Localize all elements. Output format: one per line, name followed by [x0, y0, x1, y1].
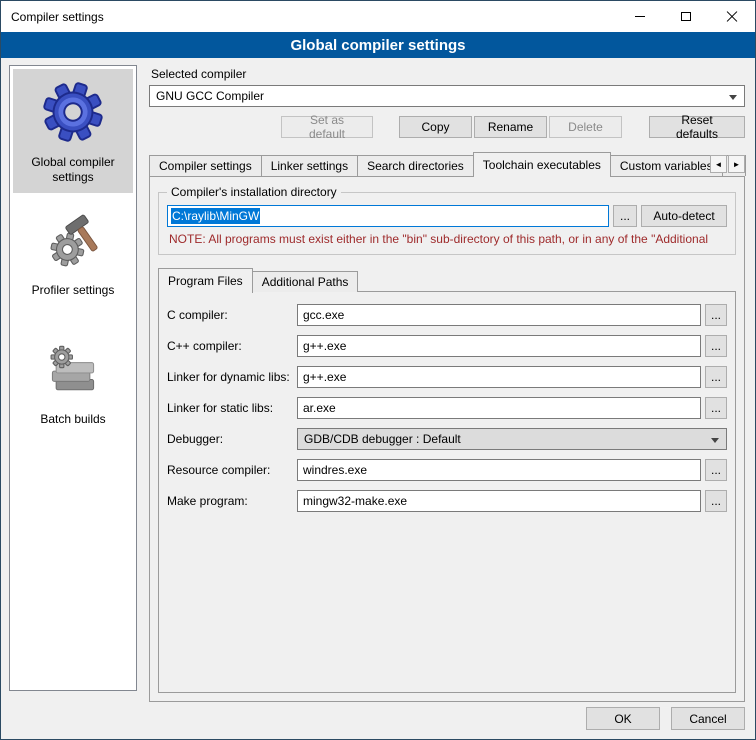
page-title: Global compiler settings	[1, 32, 755, 58]
batch-builds-icon	[43, 342, 103, 402]
toolchain-executables-page: Compiler's installation directory C:\ray…	[149, 176, 745, 702]
selected-compiler-label: Selected compiler	[151, 67, 745, 81]
debugger-select-value: GDB/CDB debugger : Default	[304, 432, 461, 446]
delete-button[interactable]: Delete	[549, 116, 622, 138]
copy-button[interactable]: Copy	[399, 116, 472, 138]
cpp-compiler-row: C++ compiler: ...	[167, 335, 727, 357]
tab-compiler-settings[interactable]: Compiler settings	[149, 155, 262, 176]
static-linker-input[interactable]	[297, 397, 701, 419]
field-label: Resource compiler:	[167, 463, 297, 477]
install-dir-input[interactable]: C:\raylib\MinGW	[167, 205, 609, 227]
c-compiler-browse-button[interactable]: ...	[705, 304, 727, 326]
tab-program-files[interactable]: Program Files	[158, 268, 253, 293]
sidebar: Global compiler settings	[9, 65, 137, 691]
compiler-settings-window: Compiler settings Global compiler settin…	[0, 0, 756, 740]
field-label: Linker for static libs:	[167, 401, 297, 415]
tab-scroll-left-button[interactable]: ◄	[710, 155, 727, 173]
cpp-compiler-browse-button[interactable]: ...	[705, 335, 727, 357]
install-dir-browse-button[interactable]: ...	[613, 205, 637, 227]
c-compiler-input[interactable]	[297, 304, 701, 326]
make-program-browse-button[interactable]: ...	[705, 490, 727, 512]
sidebar-item-batch-builds[interactable]: Batch builds	[13, 332, 133, 435]
caption-buttons	[617, 1, 755, 32]
resource-compiler-input[interactable]	[297, 459, 701, 481]
programs-tabstrip: Program Files Additional Paths	[158, 267, 736, 292]
cancel-button[interactable]: Cancel	[671, 707, 745, 730]
gear-icon	[40, 79, 106, 145]
install-dir-note: NOTE: All programs must exist either in …	[169, 232, 727, 246]
field-label: C++ compiler:	[167, 339, 297, 353]
resource-compiler-browse-button[interactable]: ...	[705, 459, 727, 481]
field-label: Make program:	[167, 494, 297, 508]
reset-defaults-button[interactable]: Reset defaults	[649, 116, 745, 138]
tab-search-directories[interactable]: Search directories	[357, 155, 474, 176]
arrow-left-icon: ◄	[715, 160, 723, 169]
cpp-compiler-input[interactable]	[297, 335, 701, 357]
dynamic-linker-input[interactable]	[297, 366, 701, 388]
tab-additional-paths[interactable]: Additional Paths	[252, 271, 359, 292]
compiler-select[interactable]: GNU GCC Compiler	[149, 85, 745, 107]
sidebar-item-label: Global compiler settings	[17, 155, 129, 185]
make-program-input[interactable]	[297, 490, 701, 512]
settings-tabstrip: Compiler settings Linker settings Search…	[149, 151, 745, 176]
ok-button[interactable]: OK	[586, 707, 660, 730]
c-compiler-row: C compiler: ...	[167, 304, 727, 326]
rename-button[interactable]: Rename	[474, 116, 547, 138]
sidebar-item-label: Profiler settings	[32, 283, 115, 298]
tab-linker-settings[interactable]: Linker settings	[261, 155, 358, 176]
resource-compiler-row: Resource compiler: ...	[167, 459, 727, 481]
compiler-select-value: GNU GCC Compiler	[156, 89, 264, 103]
install-dir-value: C:\raylib\MinGW	[171, 208, 260, 224]
sidebar-item-global-compiler-settings[interactable]: Global compiler settings	[13, 69, 133, 193]
install-dir-group-title: Compiler's installation directory	[167, 185, 341, 199]
install-dir-group: Compiler's installation directory C:\ray…	[158, 192, 736, 255]
static-linker-row: Linker for static libs: ...	[167, 397, 727, 419]
maximize-button[interactable]	[663, 1, 709, 32]
tab-scroll-buttons: ◄ ►	[710, 155, 745, 173]
profiler-hammer-icon	[43, 211, 103, 273]
field-label: C compiler:	[167, 308, 297, 322]
tab-scroll-right-button[interactable]: ►	[728, 155, 745, 173]
field-label: Linker for dynamic libs:	[167, 370, 297, 384]
main-panel: Selected compiler GNU GCC Compiler Set a…	[149, 65, 745, 702]
make-program-row: Make program: ...	[167, 490, 727, 512]
sidebar-item-profiler-settings[interactable]: Profiler settings	[13, 201, 133, 306]
program-files-page: C compiler: ... C++ compiler: ... Linker…	[158, 291, 736, 693]
window-title: Compiler settings	[1, 10, 617, 24]
close-icon	[726, 11, 738, 23]
sidebar-item-label: Batch builds	[40, 412, 105, 427]
dynamic-linker-browse-button[interactable]: ...	[705, 366, 727, 388]
tab-custom-variables[interactable]: Custom variables	[610, 155, 723, 176]
titlebar: Compiler settings	[1, 1, 755, 32]
maximize-icon	[681, 12, 691, 21]
static-linker-browse-button[interactable]: ...	[705, 397, 727, 419]
dialog-footer: OK Cancel	[586, 707, 745, 730]
autodetect-button[interactable]: Auto-detect	[641, 205, 727, 227]
debugger-select[interactable]: GDB/CDB debugger : Default	[297, 428, 727, 450]
field-label: Debugger:	[167, 432, 297, 446]
tab-toolchain-executables[interactable]: Toolchain executables	[473, 152, 611, 177]
set-as-default-button[interactable]: Set as default	[281, 116, 373, 138]
minimize-icon	[635, 16, 645, 17]
debugger-row: Debugger: GDB/CDB debugger : Default	[167, 428, 727, 450]
arrow-right-icon: ►	[733, 160, 741, 169]
chevron-down-icon	[729, 95, 737, 100]
minimize-button[interactable]	[617, 1, 663, 32]
chevron-down-icon	[711, 438, 719, 443]
install-dir-row: C:\raylib\MinGW ... Auto-detect	[167, 205, 727, 227]
compiler-actions: Set as default Copy Rename Delete Reset …	[149, 116, 745, 138]
close-button[interactable]	[709, 1, 755, 32]
dynamic-linker-row: Linker for dynamic libs: ...	[167, 366, 727, 388]
